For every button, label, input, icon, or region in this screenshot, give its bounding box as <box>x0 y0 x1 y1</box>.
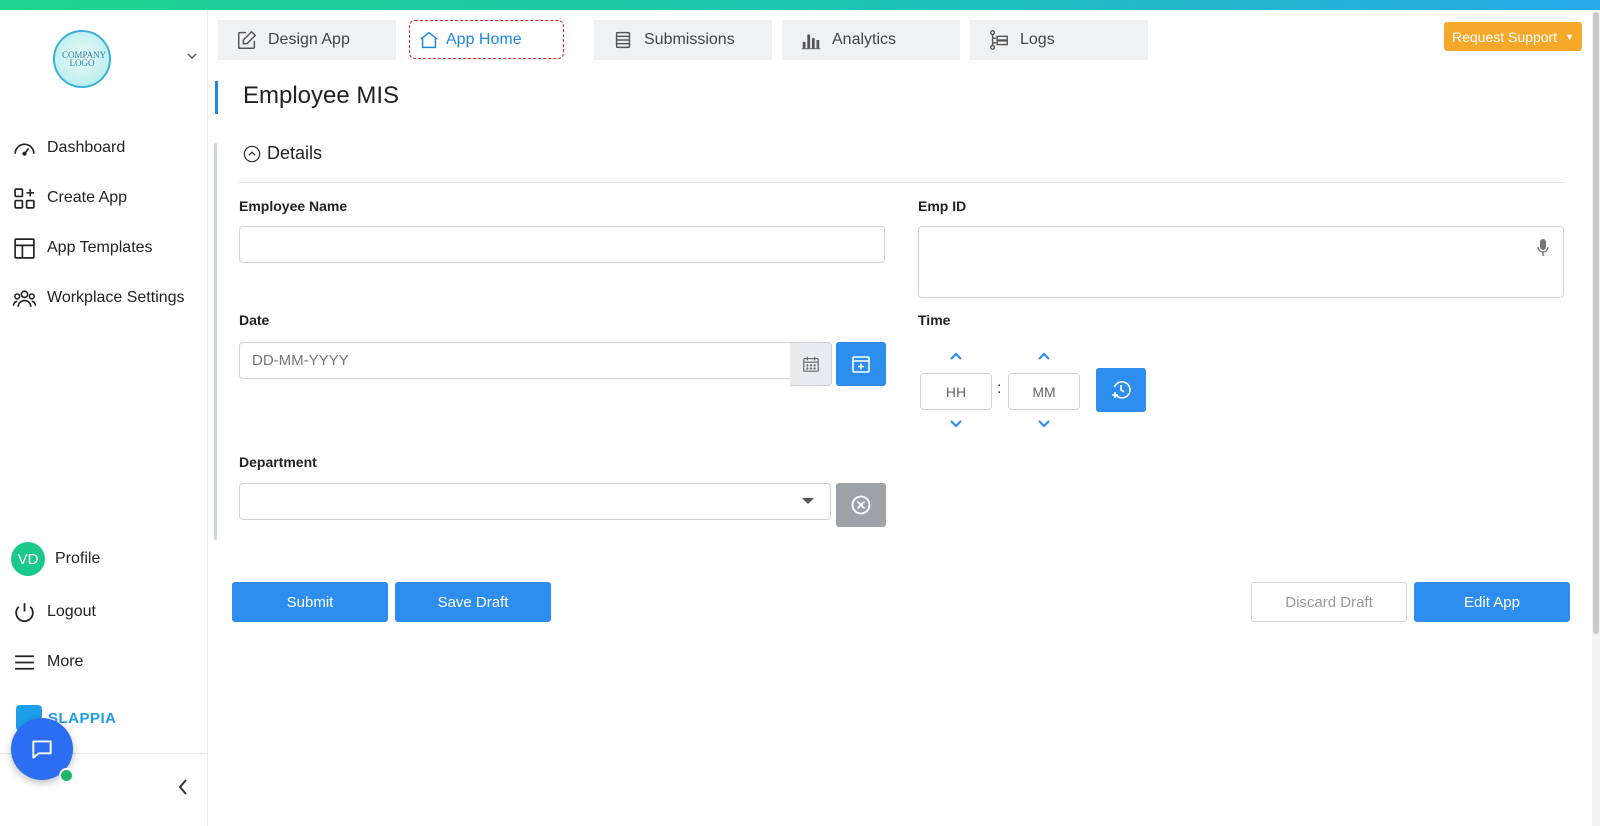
clear-circle-icon <box>851 495 871 515</box>
clock-add-icon <box>1112 381 1131 399</box>
top-gradient-bar <box>0 0 1600 10</box>
nav-workplace-settings[interactable]: Workplace Settings <box>12 283 185 313</box>
tab-design-app[interactable]: Design App <box>218 20 396 60</box>
nav-app-templates-label: App Templates <box>47 239 153 256</box>
gauge-icon <box>14 143 35 156</box>
minute-input[interactable]: MM <box>1008 373 1080 410</box>
nav-profile-label: Profile <box>55 550 101 567</box>
page-scrollbar-thumb[interactable] <box>1593 12 1599 634</box>
time-separator: : <box>997 380 1002 397</box>
calendar-icon <box>802 356 819 372</box>
tab-submissions-label: Submissions <box>644 31 735 48</box>
emp-id-label: Emp ID <box>918 198 967 214</box>
microphone-icon[interactable] <box>1537 239 1549 257</box>
hour-decrement-icon[interactable] <box>947 417 965 431</box>
power-icon <box>15 602 34 622</box>
online-status-dot <box>59 768 74 783</box>
calendar-addon[interactable] <box>790 342 832 386</box>
company-logo[interactable]: COMPANY LOGO <box>53 30 111 88</box>
title-accent-bar <box>215 81 218 114</box>
minute-decrement-icon[interactable] <box>1035 417 1053 431</box>
employee-name-label: Employee Name <box>239 198 348 214</box>
section-title: Details <box>267 143 323 163</box>
edit-app-button[interactable]: Edit App <box>1414 582 1570 622</box>
submit-button[interactable]: Submit <box>232 582 388 622</box>
collapse-circle-icon <box>243 145 261 162</box>
clear-department-button[interactable] <box>836 483 886 527</box>
request-support-label: Request Support <box>1452 28 1558 45</box>
grid-plus-icon <box>14 187 35 209</box>
nav-logout[interactable]: Logout <box>12 597 96 627</box>
tab-logs[interactable]: Logs <box>970 20 1148 60</box>
tab-analytics-label: Analytics <box>832 31 897 48</box>
time-picker-button[interactable] <box>1096 368 1146 412</box>
logs-icon <box>990 30 1008 50</box>
tab-logs-label: Logs <box>1020 31 1055 48</box>
sidebar: COMPANY LOGO Dashboard Create App App Te… <box>0 10 208 826</box>
emp-id-input[interactable] <box>918 226 1564 298</box>
department-select[interactable] <box>239 483 831 520</box>
date-picker-button[interactable] <box>836 342 886 386</box>
bar-chart-icon <box>801 34 821 50</box>
caret-down-icon: ▼ <box>1565 31 1574 42</box>
time-label: Time <box>918 312 951 328</box>
nav-create-app-label: Create App <box>47 189 128 206</box>
department-label: Department <box>239 454 317 470</box>
nav-dashboard-label: Dashboard <box>47 139 126 156</box>
nav-more-label: More <box>47 653 84 670</box>
discard-draft-button[interactable]: Discard Draft <box>1251 582 1407 622</box>
section-header-details[interactable]: Details <box>243 143 322 164</box>
collapse-sidebar-icon[interactable] <box>176 777 190 803</box>
save-draft-button[interactable]: Save Draft <box>395 582 551 622</box>
hour-increment-icon[interactable] <box>947 349 965 363</box>
calendar-add-icon <box>852 356 870 373</box>
nav-app-templates[interactable]: App Templates <box>12 233 153 263</box>
layout-icon <box>14 237 35 259</box>
nav-dashboard[interactable]: Dashboard <box>12 133 125 163</box>
chevron-down-icon[interactable] <box>186 50 198 62</box>
menu-icon <box>15 654 34 670</box>
nav-profile[interactable]: VD Profile <box>11 542 101 576</box>
tab-analytics[interactable]: Analytics <box>782 20 960 60</box>
active-tab-highlight <box>409 20 564 59</box>
nav-workplace-settings-label: Workplace Settings <box>47 289 185 306</box>
request-support-button[interactable]: Request Support ▼ <box>1444 22 1582 51</box>
edit-icon <box>238 30 257 49</box>
users-icon <box>12 289 37 307</box>
logo-text: COMPANY LOGO <box>62 50 107 68</box>
employee-name-input[interactable] <box>239 226 885 263</box>
date-input[interactable]: DD-MM-YYYY <box>239 342 791 379</box>
tab-design-app-label: Design App <box>268 31 350 48</box>
date-label: Date <box>239 312 270 328</box>
dropdown-caret-icon <box>802 498 814 504</box>
avatar: VD <box>11 542 45 576</box>
minute-increment-icon[interactable] <box>1035 349 1053 363</box>
section-divider <box>239 182 1565 183</box>
nav-logout-label: Logout <box>47 603 96 620</box>
chat-icon <box>32 740 52 759</box>
tab-app-home[interactable]: App Home <box>406 20 584 60</box>
section-scroll-indicator <box>214 143 217 540</box>
stack-icon <box>615 31 631 49</box>
tab-submissions[interactable]: Submissions <box>594 20 772 60</box>
hour-input[interactable]: HH <box>920 373 992 410</box>
nav-more[interactable]: More <box>12 647 83 677</box>
nav-create-app[interactable]: Create App <box>12 183 127 213</box>
page-title: Employee MIS <box>243 82 400 109</box>
